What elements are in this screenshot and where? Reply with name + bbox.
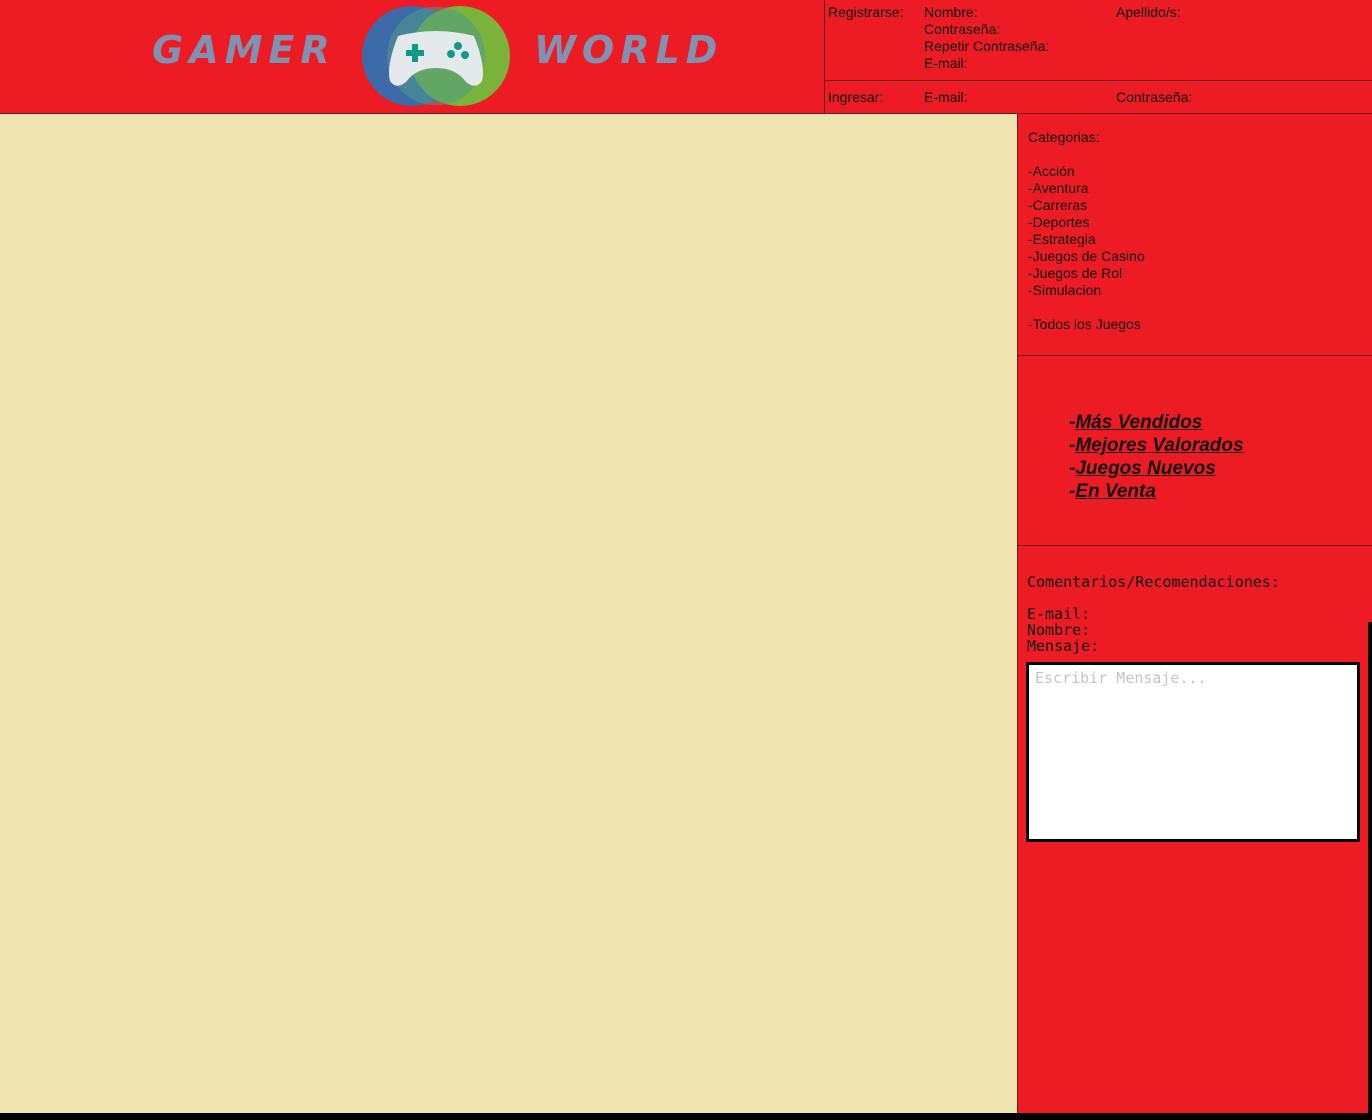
gamepad-icon bbox=[362, 6, 510, 106]
register-repeat-password-field[interactable]: Repetir Contraseña: bbox=[924, 38, 1049, 55]
login-form: Ingresar: E-mail: Contraseña: bbox=[825, 81, 1372, 113]
register-email-field[interactable]: E-mail: bbox=[924, 55, 1049, 72]
login-email-field[interactable]: E-mail: bbox=[924, 89, 968, 106]
categories-title: Categorias: bbox=[1028, 129, 1100, 145]
main-content-area bbox=[0, 113, 1017, 1113]
register-name-field[interactable]: Nombre: bbox=[924, 4, 1049, 21]
featured-links-panel: -Más Vendidos -Mejores Valorados -Juegos… bbox=[1018, 356, 1372, 546]
logo[interactable]: GAMER WORLD bbox=[0, 0, 824, 113]
category-rol[interactable]: -Juegos de Rol bbox=[1028, 265, 1145, 282]
site-header: GAMER WORLD Registrarse: Nombre: Contras… bbox=[0, 0, 1372, 113]
register-fields: Nombre: Contraseña: Repetir Contraseña: … bbox=[924, 4, 1049, 72]
featured-links: -Más Vendidos -Mejores Valorados -Juegos… bbox=[1069, 411, 1244, 503]
register-label: Registrarse: bbox=[828, 4, 904, 20]
login-password-field[interactable]: Contraseña: bbox=[1116, 89, 1192, 106]
category-all-games[interactable]: -Todos los Juegos bbox=[1028, 316, 1145, 333]
best-sellers-link[interactable]: Más Vendidos bbox=[1075, 412, 1202, 433]
comment-message-label: Mensaje: bbox=[1027, 637, 1100, 655]
comment-email-field[interactable]: E-mail: bbox=[1027, 606, 1280, 622]
category-casino[interactable]: -Juegos de Casino bbox=[1028, 248, 1145, 265]
comments-form-labels: Comentarios/Recomendaciones: E-mail: Nom… bbox=[1027, 574, 1280, 654]
featured-link-best-sellers[interactable]: -Más Vendidos bbox=[1069, 411, 1244, 434]
top-rated-link[interactable]: Mejores Valorados bbox=[1075, 435, 1243, 456]
comments-title: Comentarios/Recomendaciones: bbox=[1027, 573, 1280, 591]
categories-panel: Categorias: -Acción -Aventura -Carreras … bbox=[1018, 114, 1372, 356]
categories-list: Categorias: -Acción -Aventura -Carreras … bbox=[1028, 129, 1145, 333]
category-deportes[interactable]: -Deportes bbox=[1028, 214, 1145, 231]
category-estrategia[interactable]: -Estrategia bbox=[1028, 231, 1145, 248]
account-panel: Registrarse: Nombre: Contraseña: Repetir… bbox=[824, 0, 1372, 113]
comments-panel: Comentarios/Recomendaciones: E-mail: Nom… bbox=[1018, 546, 1372, 1114]
category-aventura[interactable]: -Aventura bbox=[1028, 180, 1145, 197]
comment-name-field[interactable]: Nombre: bbox=[1027, 622, 1280, 638]
category-accion[interactable]: -Acción bbox=[1028, 163, 1145, 180]
message-textarea[interactable] bbox=[1026, 662, 1360, 842]
logo-word-gamer: GAMER bbox=[152, 28, 336, 72]
category-simulacion[interactable]: -Simulacion bbox=[1028, 282, 1145, 299]
divider bbox=[1368, 622, 1372, 1120]
logo-word-world: WORLD bbox=[534, 28, 724, 72]
login-label: Ingresar: bbox=[828, 89, 884, 105]
register-surname-field[interactable]: Apellido/s: bbox=[1116, 4, 1181, 21]
register-form: Registrarse: Nombre: Contraseña: Repetir… bbox=[825, 0, 1372, 81]
on-sale-link[interactable]: En Venta bbox=[1075, 481, 1156, 502]
new-games-link[interactable]: Juegos Nuevos bbox=[1075, 458, 1215, 479]
divider bbox=[0, 1113, 1372, 1120]
register-password-field[interactable]: Contraseña: bbox=[924, 21, 1049, 38]
featured-link-new-games[interactable]: -Juegos Nuevos bbox=[1069, 457, 1244, 480]
sidebar: Categorias: -Acción -Aventura -Carreras … bbox=[1017, 113, 1372, 1113]
featured-link-top-rated[interactable]: -Mejores Valorados bbox=[1069, 434, 1244, 457]
category-carreras[interactable]: -Carreras bbox=[1028, 197, 1145, 214]
featured-link-on-sale[interactable]: -En Venta bbox=[1069, 480, 1244, 503]
